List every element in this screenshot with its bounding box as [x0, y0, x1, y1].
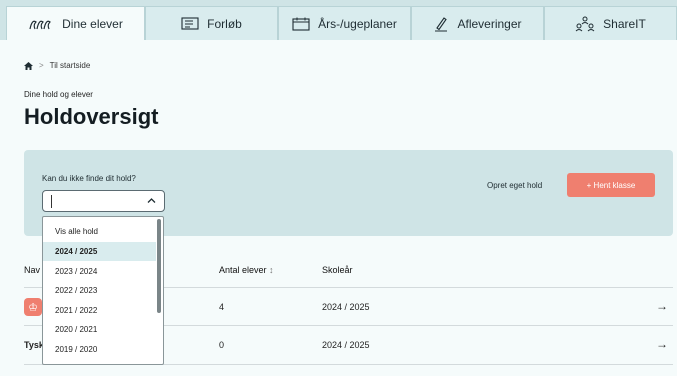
dropdown-option[interactable]: 2021 / 2022: [43, 301, 156, 320]
tab-bar: Dine elever Forløb Års-/ugeplaner Afleve…: [0, 0, 677, 40]
dropdown-option[interactable]: 2020 / 2021: [43, 320, 156, 339]
tab-label: Forløb: [207, 16, 242, 31]
students-icon: [29, 20, 52, 29]
dropdown-option-all[interactable]: Vis alle hold: [43, 222, 156, 241]
arrow-right-icon[interactable]: →: [656, 337, 668, 351]
breadcrumb-link-startside[interactable]: Til startside: [50, 61, 91, 70]
pencil-icon: [435, 16, 448, 31]
breadcrumb: > Til startside: [24, 61, 90, 70]
column-header-count[interactable]: Antal elever ↕: [219, 265, 274, 275]
student-count: 4: [219, 302, 225, 312]
sort-icon: ↕: [269, 265, 274, 275]
column-header-count-label: Antal elever: [219, 265, 267, 275]
team-name: Tysk: [24, 340, 44, 350]
dropdown-option-selected[interactable]: 2024 / 2025: [43, 242, 156, 261]
column-header-school-year[interactable]: Skoleår: [322, 265, 353, 275]
tab-label: Afleveringer: [457, 16, 522, 31]
list-board-icon: [181, 16, 199, 30]
arrow-right-icon[interactable]: →: [656, 299, 668, 313]
dropdown-scrollbar[interactable]: [157, 219, 161, 313]
dropdown-option[interactable]: 2022 / 2023: [43, 281, 156, 300]
school-year-dropdown[interactable]: Vis alle hold 2024 / 2025 2023 / 2024 20…: [42, 216, 164, 365]
student-count: 0: [219, 340, 225, 350]
tab-label: Dine elever: [62, 16, 123, 31]
text-cursor: [51, 195, 52, 208]
tab-shareit[interactable]: ShareIT: [544, 6, 677, 40]
school-year-select[interactable]: [42, 190, 165, 212]
school-year: 2024 / 2025: [322, 340, 370, 350]
tab-label: ShareIT: [603, 16, 646, 31]
chevron-up-icon: [147, 198, 156, 203]
page-kicker: Dine hold og elever: [24, 90, 93, 99]
page-title: Holdoversigt: [24, 104, 159, 129]
crown-icon: ♔: [24, 298, 42, 316]
tab-dine-elever[interactable]: Dine elever: [6, 6, 145, 40]
tab-aars-ugeplaner[interactable]: Års-/ugeplaner: [278, 6, 411, 40]
dropdown-option[interactable]: 2019 / 2020: [43, 340, 156, 359]
tab-label: Års-/ugeplaner: [318, 16, 397, 31]
share-people-icon: [575, 16, 595, 31]
dropdown-option[interactable]: 2023 / 2024: [43, 262, 156, 281]
find-team-question: Kan du ikke finde dit hold?: [42, 174, 136, 183]
home-icon[interactable]: [24, 61, 33, 70]
breadcrumb-separator: >: [39, 61, 44, 70]
school-year: 2024 / 2025: [322, 302, 370, 312]
column-header-name[interactable]: Nav: [24, 265, 40, 275]
calendar-icon: [292, 17, 310, 31]
create-team-link[interactable]: Opret eget hold: [487, 181, 542, 190]
tab-forlob[interactable]: Forløb: [145, 6, 278, 40]
tab-afleveringer[interactable]: Afleveringer: [411, 6, 544, 40]
fetch-class-button[interactable]: + Hent klasse: [567, 173, 655, 197]
